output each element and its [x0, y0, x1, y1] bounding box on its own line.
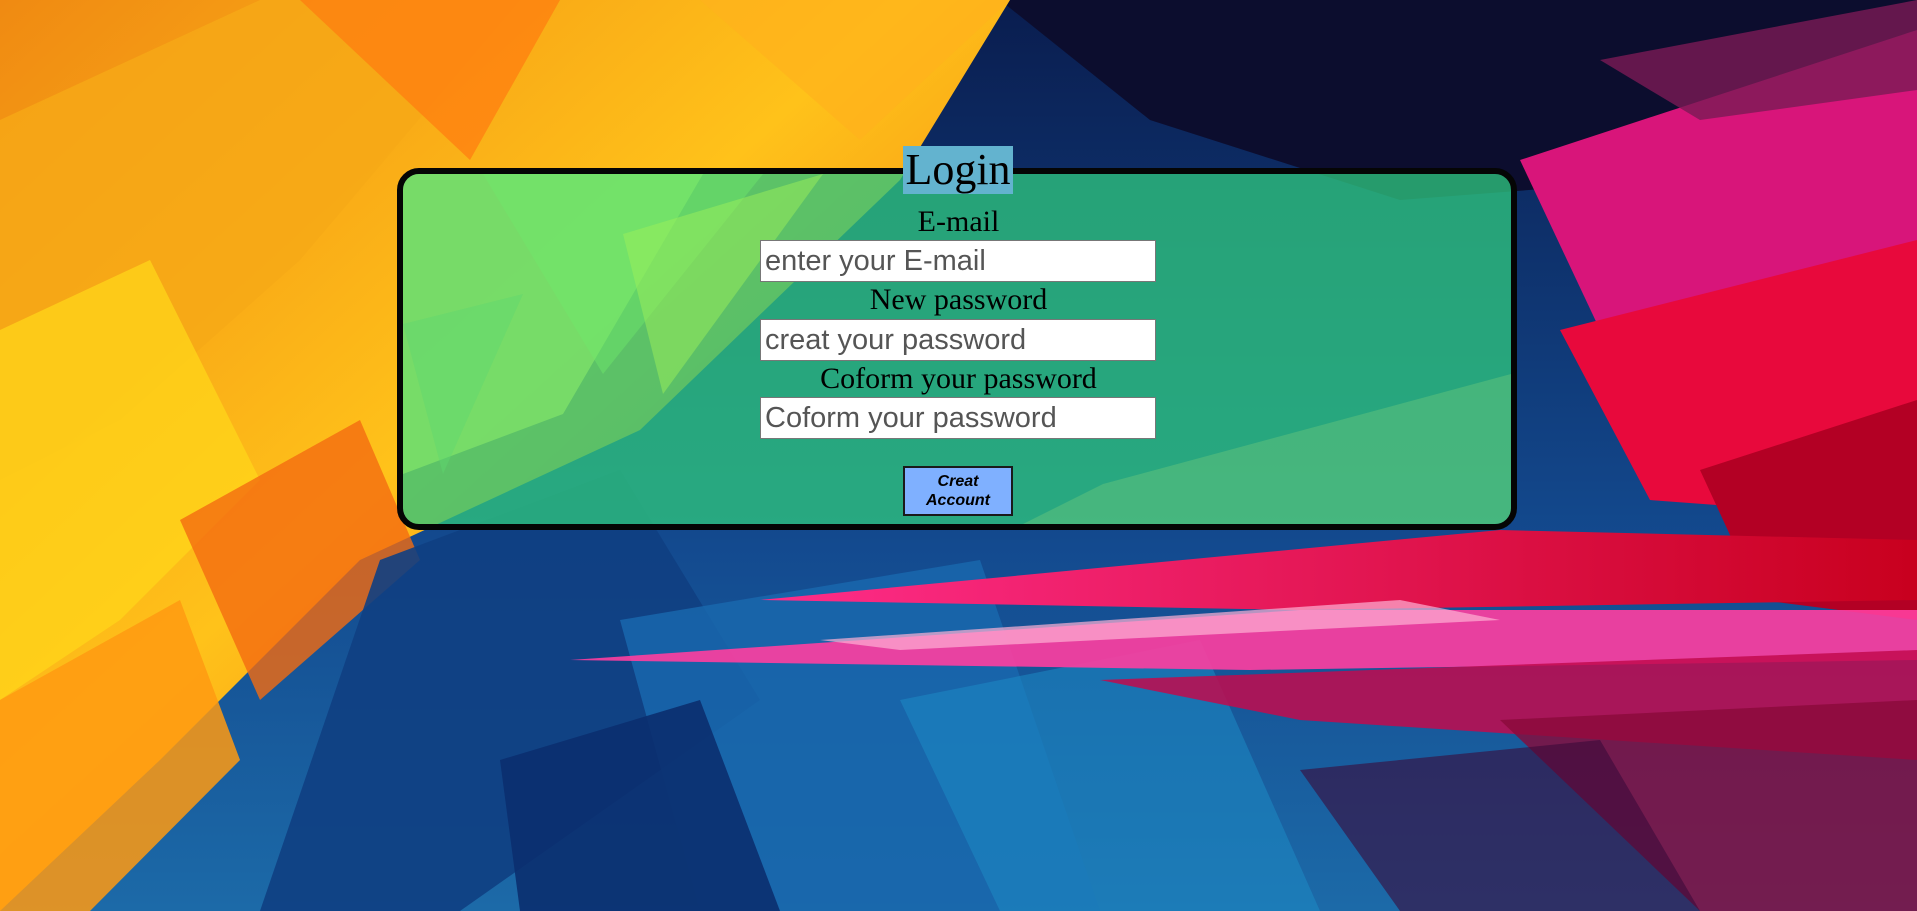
create-account-button[interactable]: Creat Account — [903, 466, 1013, 516]
page-title: Login — [903, 146, 1013, 194]
new-password-label: New password — [869, 283, 1048, 316]
confirm-password-input[interactable] — [760, 397, 1156, 439]
new-password-input[interactable] — [760, 319, 1156, 361]
email-input[interactable] — [760, 240, 1156, 282]
confirm-password-label: Coform your password — [820, 362, 1097, 395]
email-label: E-mail — [917, 205, 1000, 238]
